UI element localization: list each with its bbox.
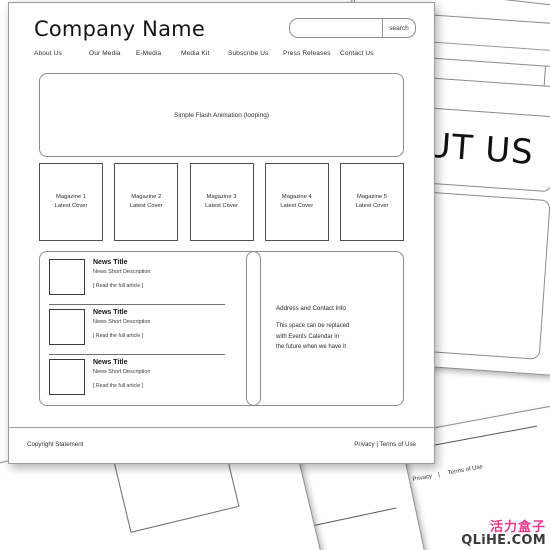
footer-page-privacy: Privacy — [412, 473, 433, 484]
news-thumbnail — [49, 309, 85, 345]
news-item[interactable]: News Title News Short Description [ Read… — [49, 259, 251, 303]
magazine-cover-3-line2: Latest Cover — [205, 203, 238, 209]
watermark-latin: QLiHE.COM — [461, 533, 546, 549]
lower-content-area: News Title News Short Description [ Read… — [39, 251, 404, 406]
news-item[interactable]: News Title News Short Description [ Read… — [49, 309, 251, 353]
magazine-cover-2-line1: Magazine 2 — [131, 194, 162, 201]
about-page-search-box[interactable]: search — [424, 57, 550, 89]
news-read-more-link[interactable]: [ Read the full article ] — [93, 383, 251, 389]
copyright-statement: Copyright Statement — [27, 441, 84, 448]
news-separator — [49, 304, 225, 305]
news-separator — [49, 354, 225, 355]
magazine-cover-5-line2: Latest Cover — [355, 203, 389, 209]
magazine-cover-2-line2: Latest Cover — [129, 203, 163, 209]
sidebar-panel: Address and Contact Info This space can … — [246, 251, 404, 406]
magazine-cover-1[interactable]: Magazine 1 Latest Cover — [39, 163, 103, 241]
footer-page-terms: Terms of Use — [447, 464, 484, 477]
news-description: News Short Description — [93, 318, 151, 325]
magazine-cover-row: Magazine 1 Latest Cover Magazine 2 Lates… — [39, 163, 404, 241]
magazine-cover-1-line1: Magazine 1 — [56, 194, 86, 201]
page-footer: Copyright Statement Privacy | Terms of U… — [9, 427, 434, 463]
news-title: News Title — [93, 309, 128, 316]
news-title: News Title — [93, 259, 128, 266]
nav-item-about-us[interactable]: About Us — [34, 50, 89, 57]
nav-item-media-kit[interactable]: Media Kit — [181, 50, 228, 57]
nav-item-press-releases[interactable]: Press Releases — [283, 50, 340, 57]
primary-navigation: About Us Our Media E-Media Media Kit Sub… — [34, 50, 390, 57]
news-thumbnail — [49, 259, 85, 295]
nav-item-contact-us[interactable]: Contact Us — [340, 50, 390, 57]
search-box[interactable]: search — [289, 18, 416, 38]
news-text: News Title News Short Description [ Read… — [93, 359, 251, 389]
screenshot-stage: search Contact Us ABOUT US COMPANY COMB … — [0, 0, 550, 550]
terms-of-use-link[interactable]: Terms of Use — [380, 441, 416, 448]
news-text: News Title News Short Description [ Read… — [93, 309, 251, 339]
news-text: News Title News Short Description [ Read… — [93, 259, 251, 289]
magazine-cover-3[interactable]: Magazine 3 Latest Cover — [189, 163, 254, 241]
footer-links: Privacy | Terms of Use — [354, 441, 416, 448]
search-button[interactable]: search — [383, 19, 415, 37]
news-read-more-link[interactable]: [ Read the full article ] — [93, 333, 251, 339]
magazine-cover-3-line1: Magazine 3 — [206, 194, 237, 201]
search-input[interactable] — [298, 19, 379, 37]
nav-item-our-media[interactable]: Our Media — [89, 50, 136, 57]
magazine-cover-5[interactable]: Magazine 5 Latest Cover — [340, 163, 404, 241]
magazine-cover-2[interactable]: Magazine 2 Latest Cover — [114, 163, 179, 241]
sidebar-body-text: This space can be replaced with Events C… — [276, 323, 350, 350]
news-description: News Short Description — [93, 368, 151, 375]
page-content: Company Name search About Us Our Media E… — [9, 3, 434, 427]
privacy-link[interactable]: Privacy — [354, 441, 374, 448]
watermark: 活力盒子 QLiHE.COM — [461, 521, 546, 548]
news-title: News Title — [93, 359, 128, 366]
news-thumbnail — [49, 359, 85, 395]
about-page-search-button[interactable]: search — [545, 71, 550, 79]
news-item[interactable]: News Title News Short Description [ Read… — [49, 359, 251, 403]
footer-page-divider: | — [437, 472, 441, 479]
news-description: News Short Description — [93, 268, 151, 275]
page-title: Company Name — [34, 17, 205, 41]
main-wireframe-page: Company Name search About Us Our Media E… — [8, 2, 435, 464]
nav-item-e-media[interactable]: E-Media — [136, 50, 181, 57]
magazine-cover-4-line1: Magazine 4 — [281, 194, 312, 201]
watermark-chinese: 活力盒子 — [489, 519, 546, 535]
magazine-cover-5-line1: Magazine 5 — [357, 194, 387, 201]
magazine-cover-4-line2: Latest Cover — [280, 203, 314, 209]
news-list-panel: News Title News Short Description [ Read… — [39, 251, 261, 406]
sidebar-heading: Address and Contact Info — [276, 305, 346, 312]
flash-animation-placeholder[interactable]: Simple Flash Animation (looping) — [39, 73, 404, 157]
news-read-more-link[interactable]: [ Read the full article ] — [93, 283, 251, 289]
magazine-cover-1-line2: Latest Cover — [54, 203, 88, 209]
flash-animation-label: Simple Flash Animation (looping) — [173, 111, 270, 119]
magazine-cover-4[interactable]: Magazine 4 Latest Cover — [264, 163, 329, 241]
nav-item-subscribe-us[interactable]: Subscribe Us — [228, 50, 283, 57]
footer-link-divider: | — [376, 441, 378, 448]
